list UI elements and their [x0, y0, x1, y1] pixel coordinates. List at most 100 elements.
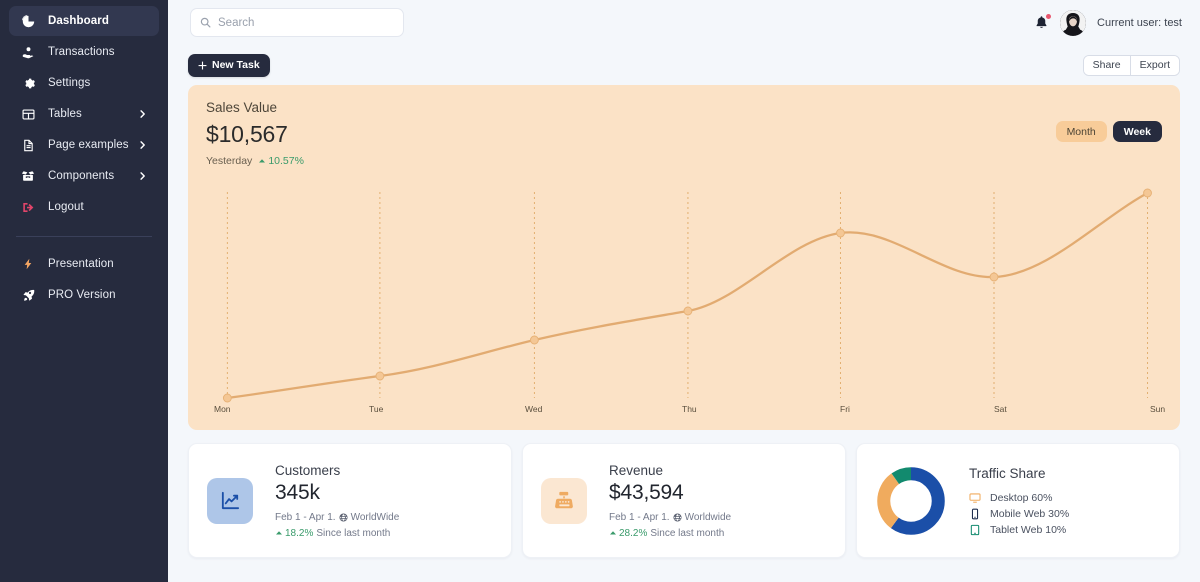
- app-root: Dashboard Transactions Settings Tables: [0, 0, 1200, 582]
- sidebar-item-label: Components: [48, 170, 114, 182]
- sales-subtext: Yesterday 10.57%: [206, 155, 1162, 167]
- donut-svg: [875, 465, 947, 537]
- revenue-change-pct: 28.2%: [619, 528, 647, 539]
- customers-value: 345k: [275, 481, 399, 505]
- revenue-card: Revenue $43,594 Feb 1 - Apr 1. Worldwide: [522, 443, 846, 558]
- sidebar-divider: [16, 236, 152, 237]
- chart-line-icon: [207, 478, 253, 524]
- share-button[interactable]: Share: [1084, 56, 1130, 75]
- legend-label-desktop: Desktop 60%: [990, 492, 1052, 504]
- toggle-week-button[interactable]: Week: [1113, 121, 1162, 142]
- sidebar-item-label: Transactions: [48, 46, 115, 58]
- search-icon: [200, 17, 211, 28]
- customers-change-pct: 18.2%: [285, 528, 313, 539]
- revenue-meta: Feb 1 - Apr 1. Worldwide: [609, 512, 731, 523]
- search-box[interactable]: [190, 8, 404, 37]
- customers-scope: WorldWide: [351, 512, 400, 523]
- legend-label-mobile: Mobile Web 30%: [990, 508, 1069, 520]
- traffic-title: Traffic Share: [969, 466, 1069, 481]
- sidebar-item-label: Page examples: [48, 139, 129, 151]
- sales-value: $10,567: [206, 121, 1162, 148]
- hand-money-icon: [18, 46, 38, 59]
- sales-line-chart[interactable]: Mon Tue Wed Thu Fri Sat Sun: [188, 180, 1180, 430]
- new-task-button[interactable]: New Task: [188, 54, 270, 77]
- revenue-change-text: Since last month: [650, 528, 724, 539]
- traffic-donut-chart[interactable]: [875, 465, 947, 537]
- legend-label-tablet: Tablet Web 10%: [990, 524, 1066, 536]
- sidebar-item-presentation[interactable]: Presentation: [9, 249, 159, 279]
- sidebar-item-pro-version[interactable]: PRO Version: [9, 280, 159, 310]
- legend-item-mobile: Mobile Web 30%: [969, 508, 1069, 520]
- customers-date-range: Feb 1 - Apr 1.: [275, 512, 336, 523]
- current-user-label: Current user: test: [1097, 17, 1182, 29]
- customers-change-text: Since last month: [316, 528, 390, 539]
- sidebar-item-logout[interactable]: Logout: [9, 192, 159, 222]
- revenue-change: 28.2% Since last month: [609, 528, 731, 539]
- traffic-share-card: Traffic Share Desktop 60% Mobile Web 30%: [856, 443, 1180, 558]
- main-content: Current user: test New Task Share Export…: [168, 0, 1200, 582]
- gear-icon: [18, 77, 38, 90]
- cash-register-icon: [541, 478, 587, 524]
- notification-dot: [1046, 14, 1051, 19]
- top-bar-right: Current user: test: [1034, 10, 1182, 36]
- action-toolbar: New Task Share Export: [168, 45, 1200, 85]
- avatar[interactable]: [1060, 10, 1086, 36]
- logout-icon: [18, 201, 38, 214]
- revenue-change-value: 28.2%: [609, 528, 647, 539]
- share-export-group: Share Export: [1083, 55, 1180, 76]
- legend-item-desktop: Desktop 60%: [969, 492, 1069, 504]
- sidebar-nav-list: Dashboard Transactions Settings Tables: [0, 6, 168, 222]
- sales-period-label: Yesterday: [206, 155, 252, 167]
- globe-icon: [339, 513, 348, 522]
- pie-chart-icon: [18, 15, 38, 28]
- customers-change-value: 18.2%: [275, 528, 313, 539]
- tablet-icon: [969, 524, 981, 536]
- sales-title: Sales Value: [206, 100, 1162, 115]
- sales-delta: 10.57%: [258, 155, 304, 167]
- sidebar-item-tables[interactable]: Tables: [9, 99, 159, 129]
- customers-card: Customers 345k Feb 1 - Apr 1. WorldWide: [188, 443, 512, 558]
- chevron-right-icon: [138, 172, 147, 181]
- sidebar-item-label: Presentation: [48, 258, 114, 270]
- chevron-right-icon: [138, 110, 147, 119]
- search-input[interactable]: [218, 17, 394, 29]
- sidebar: Dashboard Transactions Settings Tables: [0, 0, 168, 582]
- sidebar-item-label: Tables: [48, 108, 82, 120]
- revenue-date-range: Feb 1 - Apr 1.: [609, 512, 670, 523]
- sales-card-header: Sales Value $10,567 Yesterday 10.57% Mon…: [188, 85, 1180, 167]
- chart-gridlines: [227, 192, 1147, 398]
- sidebar-item-transactions[interactable]: Transactions: [9, 37, 159, 67]
- sales-value-card: Sales Value $10,567 Yesterday 10.57% Mon…: [188, 85, 1180, 430]
- legend-item-tablet: Tablet Web 10%: [969, 524, 1069, 536]
- table-icon: [18, 108, 38, 121]
- document-icon: [18, 139, 38, 152]
- plus-icon: [198, 61, 207, 70]
- top-bar: Current user: test: [168, 0, 1200, 45]
- sidebar-item-label: Settings: [48, 77, 90, 89]
- sidebar-item-dashboard[interactable]: Dashboard: [9, 6, 159, 36]
- caret-up-icon: [275, 529, 283, 537]
- export-button[interactable]: Export: [1130, 56, 1179, 75]
- revenue-scope: Worldwide: [685, 512, 732, 523]
- box-open-icon: [18, 169, 38, 183]
- customers-title: Customers: [275, 463, 399, 478]
- bell-icon[interactable]: [1034, 15, 1049, 30]
- customers-body: Customers 345k Feb 1 - Apr 1. WorldWide: [275, 463, 399, 539]
- caret-up-icon: [609, 529, 617, 537]
- sidebar-item-components[interactable]: Components: [9, 161, 159, 191]
- sidebar-item-label: Logout: [48, 201, 84, 213]
- sidebar-footer-list: Presentation PRO Version: [0, 249, 168, 310]
- toggle-month-button[interactable]: Month: [1056, 121, 1107, 142]
- revenue-body: Revenue $43,594 Feb 1 - Apr 1. Worldwide: [609, 463, 731, 539]
- chevron-right-icon: [138, 141, 147, 150]
- lightning-bolt-icon: [18, 258, 38, 270]
- revenue-value: $43,594: [609, 481, 731, 505]
- sidebar-item-page-examples[interactable]: Page examples: [9, 130, 159, 160]
- sidebar-item-settings[interactable]: Settings: [9, 68, 159, 98]
- sales-chart-svg: [188, 180, 1180, 430]
- stat-cards-row: Customers 345k Feb 1 - Apr 1. WorldWide: [188, 443, 1180, 558]
- new-task-label: New Task: [212, 59, 260, 71]
- rocket-icon: [18, 289, 38, 302]
- desktop-icon: [969, 492, 981, 504]
- traffic-body: Traffic Share Desktop 60% Mobile Web 30%: [969, 466, 1069, 536]
